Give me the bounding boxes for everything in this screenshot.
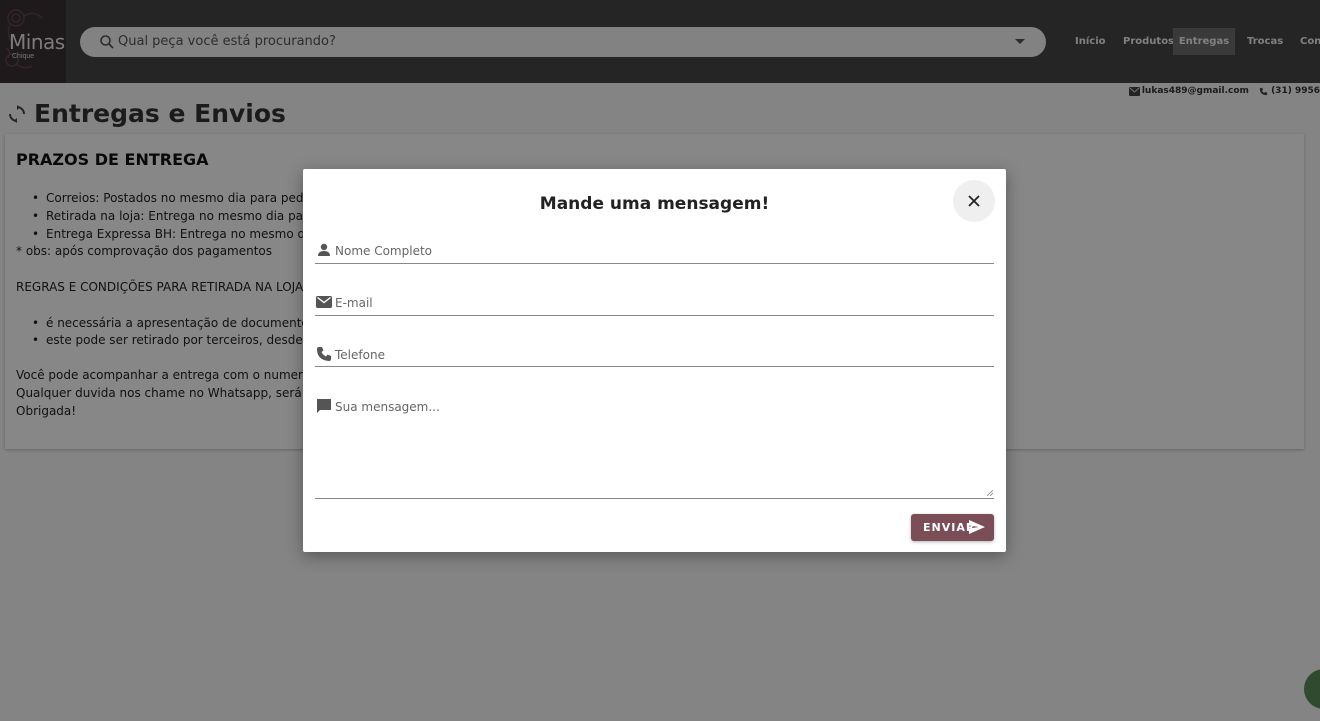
send-icon <box>969 520 985 534</box>
message-field-label: Sua mensagem... <box>335 400 440 414</box>
message-textarea[interactable]: Sua mensagem... <box>315 394 994 499</box>
phone-icon <box>317 347 331 361</box>
close-icon <box>968 195 980 207</box>
name-field[interactable]: Nome Completo <box>315 239 994 264</box>
send-button-label: ENVIAR <box>923 521 976 534</box>
email-field[interactable]: E-mail <box>315 291 994 316</box>
phone-field[interactable]: Telefone <box>315 342 994 367</box>
phone-field-label: Telefone <box>335 348 385 362</box>
resize-handle-icon[interactable] <box>987 490 993 496</box>
modal-title: Mande uma mensagem! <box>539 194 770 214</box>
name-field-label: Nome Completo <box>335 244 432 258</box>
contact-modal: Mande uma mensagem! Nome Completo E-mail… <box>303 169 1006 552</box>
close-button[interactable] <box>953 180 995 222</box>
chat-icon <box>317 399 331 413</box>
email-field-label: E-mail <box>335 296 373 310</box>
send-button[interactable]: ENVIAR <box>911 514 994 541</box>
person-icon <box>318 243 330 256</box>
mail-icon <box>316 296 332 308</box>
